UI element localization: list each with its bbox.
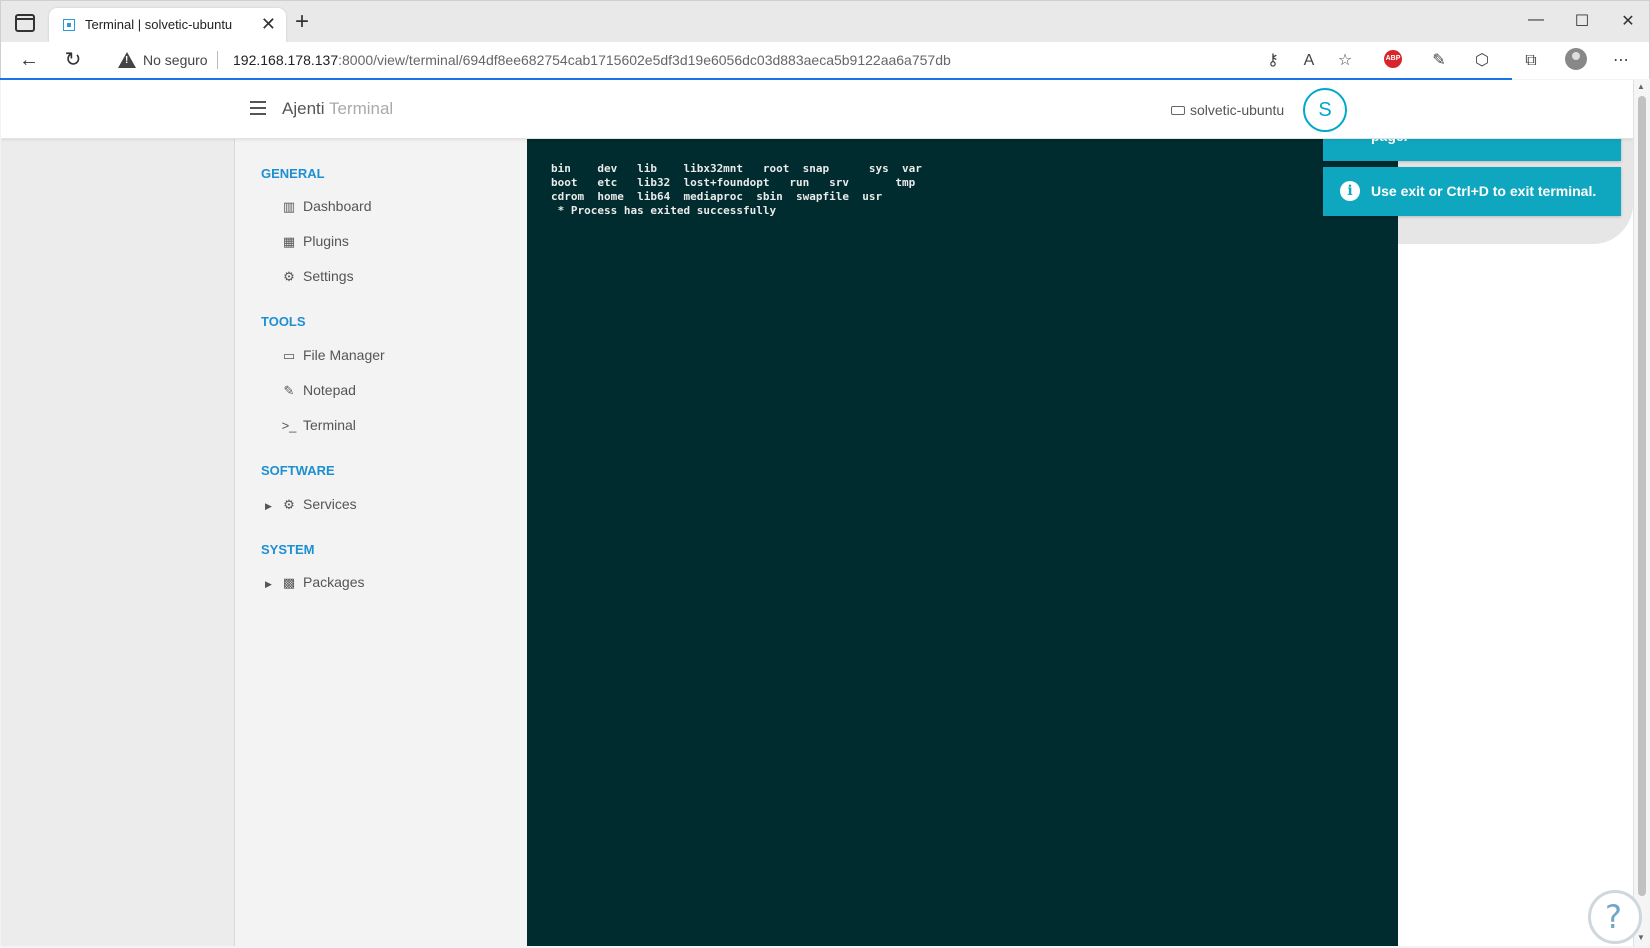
page-title: Terminal — [328, 99, 394, 118]
address-bar: ← ↻ No seguro 192.168.178.137:8000/view/… — [0, 42, 1650, 79]
left-gutter — [1, 139, 235, 946]
reload-button[interactable]: ↻ — [61, 48, 85, 72]
favicon-icon — [63, 19, 75, 31]
chart-icon: ▥ — [282, 199, 296, 214]
url-path: :8000/view/terminal/694df8ee682754cab171… — [338, 52, 951, 68]
sidebar-item-plugins[interactable]: ▦ Plugins — [281, 233, 349, 250]
sidebar-item-label: Terminal — [303, 417, 356, 433]
minimize-button[interactable]: — — [1526, 11, 1546, 29]
scroll-thumb[interactable] — [1638, 96, 1646, 896]
expand-packages-icon[interactable]: ▶ — [265, 579, 272, 590]
folder-icon: ▭ — [282, 348, 296, 363]
sidebar-item-settings[interactable]: ⚙ Settings — [281, 268, 354, 285]
browser-tab[interactable]: Terminal | solvetic-ubuntu ✕ — [49, 8, 286, 43]
toast-message: Use exit or Ctrl+D to exit terminal. — [1371, 183, 1597, 199]
user-avatar[interactable]: S — [1303, 88, 1347, 132]
gear-icon: ⚙ — [283, 269, 295, 284]
section-software: SOFTWARE — [261, 463, 335, 478]
page-scrollbar[interactable]: ▲ ▼ — [1633, 80, 1649, 946]
terminal-window[interactable]: bin dev lib libx32mnt root snap sys var … — [527, 139, 1398, 946]
sidebar-item-label: Packages — [303, 574, 365, 590]
collections-icon[interactable]: ⧉ — [1520, 50, 1542, 72]
url-host: 192.168.178.137 — [233, 52, 339, 68]
sidebar-item-dashboard[interactable]: ▥ Dashboard — [281, 198, 372, 215]
sidebar-item-file-manager[interactable]: ▭ File Manager — [281, 347, 385, 364]
menu-icon[interactable] — [250, 101, 266, 115]
sidebar-item-label: File Manager — [303, 347, 385, 363]
profile-icon[interactable] — [1565, 48, 1587, 70]
app-header: Ajenti Terminal solvetic-ubuntu S — [1, 80, 1633, 139]
sidebar-item-services[interactable]: ⚙ Services — [281, 496, 357, 513]
server-icon — [1171, 106, 1185, 115]
help-logo-icon — [1588, 890, 1642, 944]
section-tools: TOOLS — [261, 314, 306, 329]
close-window-button[interactable]: ✕ — [1618, 11, 1638, 31]
url-field[interactable]: 192.168.178.137:8000/view/terminal/694df… — [233, 52, 951, 68]
app-brand: Ajenti Terminal — [282, 99, 393, 119]
gears-icon: ⚙ — [283, 497, 295, 512]
hostname: solvetic-ubuntu — [1171, 102, 1284, 118]
sidebar-item-label: Settings — [303, 268, 354, 284]
toast-exit-hint[interactable]: i Use exit or Ctrl+D to exit terminal. — [1323, 167, 1621, 216]
brand-name: Ajenti — [282, 99, 325, 118]
warning-icon[interactable] — [118, 52, 136, 68]
gift-icon: ▩ — [282, 575, 296, 590]
extension-icon[interactable]: ✎ — [1428, 50, 1450, 72]
read-aloud-icon[interactable]: A — [1298, 50, 1320, 72]
expand-services-icon[interactable]: ▶ — [265, 501, 272, 512]
key-icon[interactable]: ⚷ — [1262, 50, 1284, 72]
sidebar-item-notepad[interactable]: ✎ Notepad — [281, 382, 356, 399]
maximize-button[interactable]: ☐ — [1572, 11, 1592, 31]
scroll-down-icon[interactable]: ▼ — [1637, 933, 1645, 942]
browser-tab-bar: Terminal | solvetic-ubuntu ✕ + — ☐ ✕ — [0, 0, 1650, 43]
sidebar-item-label: Services — [303, 496, 357, 512]
sidebar-item-label: Notepad — [303, 382, 356, 398]
more-icon[interactable]: ⋯ — [1610, 50, 1632, 72]
sidebar: GENERAL ▥ Dashboard ▦ Plugins ⚙ Settings TO… — [235, 139, 527, 946]
tab-actions-icon[interactable] — [15, 14, 35, 32]
info-icon: i — [1340, 181, 1360, 201]
sidebar-item-terminal[interactable]: >_ Terminal — [281, 417, 356, 433]
favorites-icon[interactable]: ☆ — [1334, 50, 1356, 72]
back-button[interactable]: ← — [17, 48, 41, 72]
security-label[interactable]: No seguro — [143, 52, 208, 68]
puzzle-icon[interactable]: ⬡ — [1471, 50, 1493, 72]
terminal-output: bin dev lib libx32mnt root snap sys var … — [551, 162, 922, 217]
sidebar-item-packages[interactable]: ▩ Packages — [281, 574, 365, 591]
section-system: SYSTEM — [261, 542, 315, 557]
new-tab-button[interactable]: + — [295, 10, 309, 34]
hostname-label: solvetic-ubuntu — [1190, 102, 1285, 118]
section-general: GENERAL — [261, 166, 325, 181]
tab-title: Terminal | solvetic-ubuntu — [85, 17, 233, 32]
grid-icon: ▦ — [282, 234, 296, 249]
sidebar-item-label: Plugins — [303, 233, 349, 249]
terminal-icon: >_ — [281, 418, 297, 433]
sidebar-item-label: Dashboard — [303, 198, 372, 214]
scroll-up-icon[interactable]: ▲ — [1637, 82, 1645, 91]
tab-close-icon[interactable]: ✕ — [261, 14, 276, 34]
pencil-icon: ✎ — [283, 383, 295, 398]
url-divider — [217, 51, 218, 69]
adblock-icon[interactable]: ABP — [1384, 50, 1402, 68]
right-panel — [1398, 139, 1633, 946]
